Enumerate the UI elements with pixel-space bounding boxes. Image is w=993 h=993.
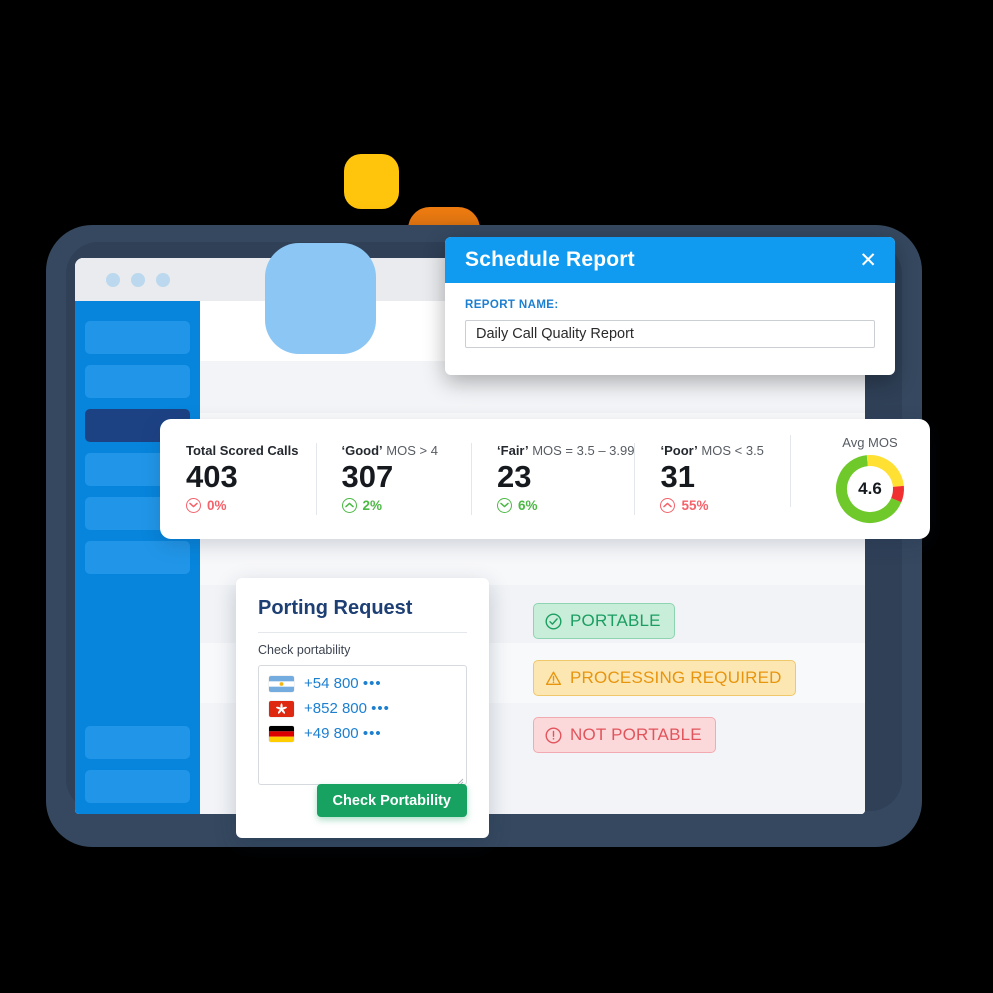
check-circle-icon	[545, 612, 562, 630]
stat-label: ‘Poor’ MOS < 3.5	[660, 443, 790, 458]
stat-trend-value: 0%	[207, 497, 227, 513]
report-name-label: REPORT NAME:	[465, 299, 559, 311]
stat-fair-mos: ‘Fair’ MOS = 3.5 – 3.99 23 6%	[471, 443, 634, 515]
phone-number: +54 800 •••	[304, 675, 382, 692]
illustration-stage: Schedule Report ✕ REPORT NAME: Total Sco…	[0, 0, 993, 993]
sidebar-item-placeholder-1[interactable]	[85, 321, 190, 354]
sidebar-item-placeholder-2[interactable]	[85, 365, 190, 398]
schedule-report-modal: Schedule Report ✕ REPORT NAME:	[445, 237, 895, 375]
status-badge-label: PROCESSING REQUIRED	[570, 668, 782, 687]
warning-triangle-icon	[545, 670, 562, 687]
avg-mos-value: 4.6	[858, 479, 882, 498]
modal-body: REPORT NAME:	[445, 283, 895, 348]
app-sidebar	[75, 301, 200, 814]
phone-number-value: +49 800	[304, 725, 359, 742]
report-name-input[interactable]	[465, 320, 875, 348]
stat-trend: 6%	[497, 497, 634, 513]
exclamation-circle-icon	[545, 726, 562, 744]
phone-number: +852 800 •••	[304, 700, 390, 717]
stat-trend-value: 6%	[518, 497, 538, 513]
stat-trend: 0%	[186, 497, 316, 513]
list-item: +852 800 •••	[269, 700, 456, 717]
stat-total-scored-calls: Total Scored Calls 403 0%	[160, 443, 316, 515]
modal-title: Schedule Report	[465, 248, 635, 271]
stat-label-strong: ‘Good’	[341, 443, 383, 458]
sidebar-item-placeholder-7[interactable]	[85, 726, 190, 759]
phone-number-value: +852 800	[304, 700, 367, 717]
chevron-up-circle-icon	[660, 497, 676, 513]
hong-kong-flag	[269, 700, 294, 717]
divider	[258, 632, 467, 633]
close-icon[interactable]: ✕	[859, 250, 877, 271]
modal-header: Schedule Report ✕	[445, 237, 895, 283]
germany-flag	[269, 725, 294, 742]
stat-label: ‘Good’ MOS > 4	[342, 443, 472, 458]
avg-mos-donut-chart: 4.6	[833, 452, 907, 526]
phone-number-value: +54 800	[304, 675, 359, 692]
stat-label: ‘Fair’ MOS = 3.5 – 3.99	[497, 443, 634, 458]
status-badge-label: PORTABLE	[570, 611, 661, 630]
stat-trend: 2%	[341, 497, 472, 513]
phone-numbers-textarea[interactable]: +54 800 ••• +852 800 ••• +49 800 •••	[258, 665, 467, 785]
sidebar-item-placeholder-8[interactable]	[85, 770, 190, 803]
phone-number-dots: •••	[362, 725, 382, 742]
stat-label-rest: MOS < 3.5	[697, 443, 764, 458]
stat-trend: 55%	[660, 497, 790, 513]
argentina-flag	[269, 675, 294, 692]
stat-value: 307	[341, 459, 394, 494]
status-badge-portable: PORTABLE	[533, 603, 675, 639]
stat-label-rest: MOS = 3.5 – 3.99	[528, 443, 635, 458]
stat-value: 403	[186, 459, 238, 494]
chevron-down-circle-icon	[186, 497, 201, 513]
stat-trend-value: 55%	[681, 497, 709, 513]
resize-handle-icon[interactable]	[455, 773, 464, 784]
stat-poor-mos: ‘Poor’ MOS < 3.5 31 55%	[634, 443, 790, 515]
stat-value: 31	[660, 459, 695, 494]
check-portability-button[interactable]: Check Portability	[316, 784, 467, 817]
stat-good-mos: ‘Good’ MOS > 4 307 2%	[315, 443, 472, 515]
list-item: +54 800 •••	[269, 675, 456, 692]
light-blue-squircle-decoration	[265, 243, 376, 354]
window-dot-close[interactable]	[106, 272, 120, 287]
call-quality-stats-bar: Total Scored Calls 403 0% ‘Good’ MOS > 4…	[160, 419, 930, 539]
sidebar-item-placeholder-6[interactable]	[85, 541, 190, 574]
phone-number-dots: •••	[362, 675, 382, 692]
avg-mos-label: Avg MOS	[842, 435, 898, 450]
yellow-squircle-decoration	[344, 154, 399, 209]
stat-trend-value: 2%	[362, 497, 383, 513]
list-item: +49 800 •••	[269, 725, 456, 742]
phone-number: +49 800 •••	[304, 725, 382, 742]
stat-avg-mos: Avg MOS 4.6	[789, 435, 930, 526]
porting-request-title: Porting Request	[258, 597, 413, 619]
status-badge-label: NOT PORTABLE	[570, 725, 702, 744]
stat-value: 23	[497, 459, 532, 494]
phone-number-dots: •••	[371, 700, 390, 717]
porting-request-card: Porting Request Check portability +54 80…	[236, 578, 489, 838]
window-dot-maximize[interactable]	[156, 272, 170, 287]
status-badge-not-portable: NOT PORTABLE	[533, 717, 716, 753]
chevron-down-circle-icon	[497, 497, 513, 513]
window-dot-minimize[interactable]	[131, 272, 145, 287]
stat-label-strong: ‘Poor’	[660, 443, 698, 458]
check-portability-label: Check portability	[258, 643, 351, 657]
chevron-up-circle-icon	[341, 497, 357, 513]
status-badge-processing-required: PROCESSING REQUIRED	[533, 660, 796, 696]
stat-label: Total Scored Calls	[186, 443, 316, 458]
stat-label-strong: Total Scored Calls	[186, 443, 299, 458]
stat-label-rest: MOS > 4	[382, 443, 438, 458]
stat-label-strong: ‘Fair’	[497, 443, 529, 458]
